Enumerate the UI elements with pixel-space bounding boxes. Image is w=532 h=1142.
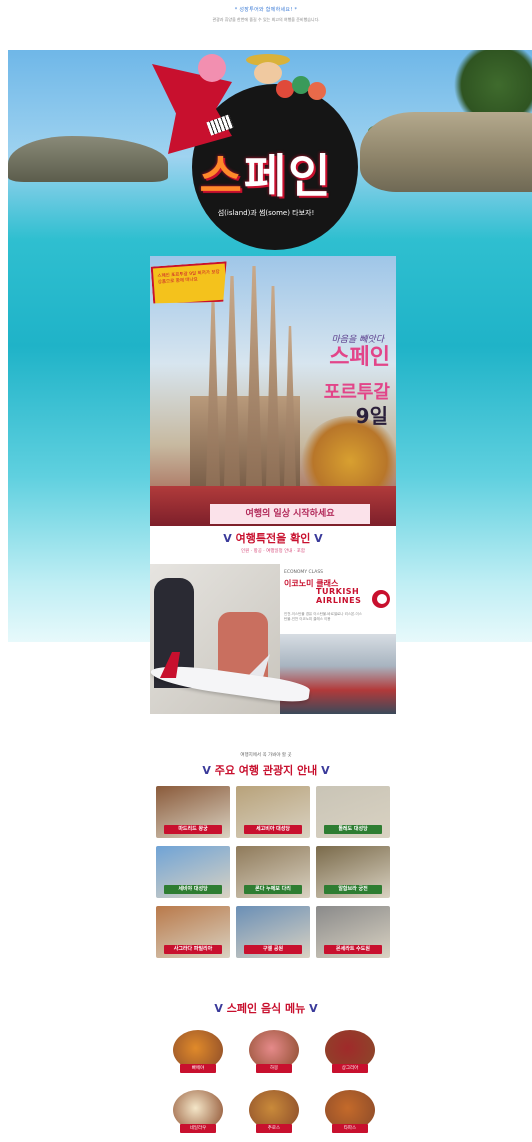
flowers-decoration xyxy=(276,76,332,102)
pine-tree xyxy=(448,50,532,120)
attractions-grid: 마드리드 왕궁 세고비아 대성당 톨레도 대성당 세비야 대성당 론다 누에보 … xyxy=(156,786,390,958)
poster-banner: 여행의 일상 시작하세요 xyxy=(210,504,370,524)
food-item[interactable]: 하몽 xyxy=(248,1030,300,1080)
hero-title: 스페인 xyxy=(199,149,333,203)
dancer-illustration xyxy=(198,54,226,82)
top-note: * 성장투어와 함께하세요! * 관광과 휴양을 한번에 즐길 수 있는 최고의… xyxy=(0,6,532,23)
food-item[interactable]: 상그리아 xyxy=(324,1030,376,1080)
hero-subtitle: 섬(island)과 썸(some) 타보자! xyxy=(217,209,315,217)
attraction-tile[interactable]: 구엘 공원 xyxy=(236,906,310,958)
tour-poster[interactable]: 스페인 포르투갈 9일 최저가 보장 상품으로 함께 떠나요 마음을 빼앗다 스… xyxy=(150,256,396,714)
foods-title: V 스페인 음식 메뉴 V xyxy=(214,1002,318,1015)
airline-fine-print: 인천-이스탄불 경유 이스탄불-바르셀로나 리스본-이스탄불-인천 이코노미 클… xyxy=(284,612,362,621)
top-headline: * 성장투어와 함께하세요! * xyxy=(234,7,298,13)
poster-days: 9일 xyxy=(355,404,388,428)
attractions-small: 여행지에서 꼭 가봐야 할 곳 xyxy=(240,753,292,758)
benefits-title: V 여행특전을 확인 V xyxy=(223,532,323,545)
airline-panel: ECONOMY CLASS 이코노미 클래스 TURKISH AIRLINES 인… xyxy=(150,564,396,714)
attraction-tile[interactable]: 알함브라 궁전 xyxy=(316,846,390,898)
attraction-tile[interactable]: 세고비아 대성당 xyxy=(236,786,310,838)
promo-flag: 스페인 포르투갈 9일 최저가 보장 상품으로 함께 떠나요 xyxy=(151,261,230,306)
attraction-tile[interactable]: 몬세라트 수도원 xyxy=(316,906,390,958)
poster-spain: 스페인 xyxy=(329,345,390,370)
top-subline: 관광과 휴양을 한번에 즐길 수 있는 최고의 여행을 준비했습니다. xyxy=(212,17,320,22)
food-item[interactable]: 추로스 xyxy=(248,1090,300,1140)
attraction-tile[interactable]: 세비야 대성당 xyxy=(156,846,230,898)
food-item[interactable]: 네일라우 xyxy=(172,1090,224,1140)
attraction-tile[interactable]: 사그라다 파밀리아 xyxy=(156,906,230,958)
food-item[interactable]: 빠에야 xyxy=(172,1030,224,1080)
attraction-tile[interactable]: 론다 누에보 다리 xyxy=(236,846,310,898)
attraction-tile[interactable]: 마드리드 왕궁 xyxy=(156,786,230,838)
turkish-airlines-name: TURKISH AIRLINES xyxy=(316,587,362,605)
turkish-airlines-logo-icon xyxy=(372,590,390,608)
poster-tagline: 마음을 빼앗다 xyxy=(331,335,384,345)
benefits-subtitle: 인원 · 항공 · 여행일정 안내 · 포함 xyxy=(241,549,305,554)
cabin-photo xyxy=(280,634,396,714)
economy-class-label: ECONOMY CLASS xyxy=(284,570,324,575)
foods-grid: 빠에야 하몽 상그리아 네일라우 추로스 타파스 xyxy=(172,1030,376,1140)
attraction-tile[interactable]: 톨레도 대성당 xyxy=(316,786,390,838)
food-item[interactable]: 타파스 xyxy=(324,1090,376,1140)
attractions-title: V 주요 여행 관광지 안내 V xyxy=(202,764,330,777)
